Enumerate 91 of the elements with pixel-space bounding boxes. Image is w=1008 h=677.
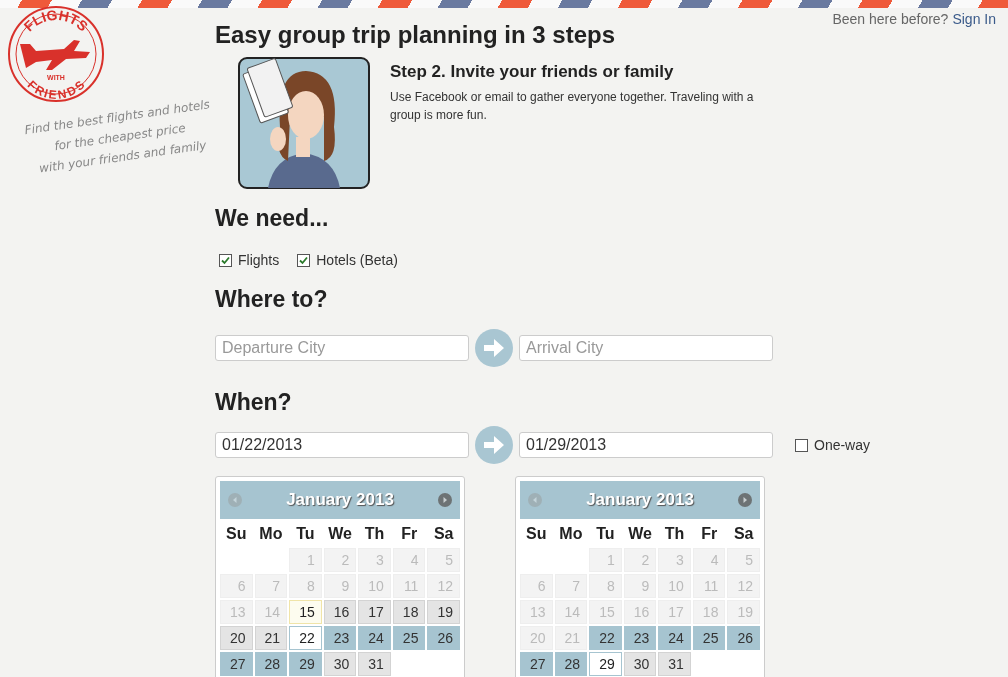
calendar-day[interactable]: 27 <box>220 652 253 676</box>
calendar-day[interactable]: 15 <box>289 600 322 624</box>
calendar-day: 1 <box>589 548 622 572</box>
calendar-day: 19 <box>727 600 760 624</box>
calendar-day: 16 <box>623 600 657 624</box>
calendar-day: 7 <box>554 574 588 598</box>
calendar-day[interactable]: 25 <box>692 626 726 650</box>
calendar-day[interactable]: 17 <box>358 600 391 624</box>
calendar-day: 2 <box>323 548 357 572</box>
calendar-day: 21 <box>554 626 588 650</box>
weekday-label: Sa <box>432 524 455 544</box>
weekday-label: Tu <box>295 524 316 544</box>
calendar-day[interactable]: 24 <box>658 626 691 650</box>
calendar-day[interactable]: 25 <box>392 626 426 650</box>
calendar-day[interactable]: 30 <box>623 652 657 676</box>
calendar-day: 3 <box>658 548 691 572</box>
calendar-day: 5 <box>727 548 760 572</box>
calendar-day[interactable]: 23 <box>623 626 657 650</box>
calendar-day: 14 <box>254 600 288 624</box>
arrival-city-field[interactable]: Arrival City <box>519 335 773 361</box>
page-title: Easy group trip planning in 3 steps <box>215 21 617 49</box>
calendar-day[interactable]: 18 <box>392 600 426 624</box>
calendar-day[interactable]: 23 <box>323 626 357 650</box>
calendar-day: 8 <box>589 574 622 598</box>
weekday-label: We <box>627 524 653 544</box>
departure-date-field[interactable]: 01/22/2013 <box>215 432 469 458</box>
calendar-day: 14 <box>554 600 588 624</box>
calendar-day[interactable]: 19 <box>427 600 460 624</box>
calendar-day[interactable]: 28 <box>254 652 288 676</box>
weekday-label: Fr <box>700 524 719 544</box>
calendar-day: 1 <box>289 548 322 572</box>
calendar-day: 20 <box>520 626 553 650</box>
calendar-day: 3 <box>358 548 391 572</box>
calendar-day: 18 <box>692 600 726 624</box>
calendar-day[interactable]: 31 <box>658 652 691 676</box>
calendar-day: 10 <box>658 574 691 598</box>
month-title: January 2013 <box>286 490 394 510</box>
calendar-day: 13 <box>220 600 253 624</box>
calendar-day[interactable]: 20 <box>220 626 253 650</box>
calendar-day: 8 <box>289 574 322 598</box>
checkbox-label: Hotels (Beta) <box>316 252 398 268</box>
calendar-day: 9 <box>323 574 357 598</box>
weekday-label: Mo <box>558 524 584 544</box>
calendar-day: 12 <box>727 574 760 598</box>
step-heading: Step 2. Invite your friends or family <box>390 62 675 82</box>
step-description: Use Facebook or email to gather everyone together. Traveling with a group is more fun. <box>390 89 755 124</box>
return-date-field[interactable]: 01/29/2013 <box>519 432 773 458</box>
calendar-day[interactable]: 28 <box>554 652 588 676</box>
weekday-label: Fr <box>400 524 419 544</box>
calendar-day[interactable]: 26 <box>727 626 760 650</box>
calendar-day: 15 <box>589 600 622 624</box>
checkbox-label: One-way <box>814 437 871 453</box>
calendar-day: 9 <box>623 574 657 598</box>
calendar-day[interactable]: 24 <box>358 626 391 650</box>
calendar-day[interactable]: 22 <box>589 626 622 650</box>
calendar-day[interactable]: 29 <box>589 652 622 676</box>
calendar-day: 12 <box>427 574 460 598</box>
calendar-day: 4 <box>392 548 426 572</box>
calendar-day: 13 <box>520 600 553 624</box>
calendar-day[interactable]: 21 <box>254 626 288 650</box>
sign-in-link[interactable]: Sign In <box>952 11 996 27</box>
departure-city-field[interactable]: Departure City <box>215 335 469 361</box>
weekday-label: Tu <box>595 524 616 544</box>
section-heading: When? <box>215 389 293 416</box>
calendar-day: 5 <box>427 548 460 572</box>
calendar-day[interactable]: 31 <box>358 652 391 676</box>
calendar-day: 4 <box>692 548 726 572</box>
calendar-day[interactable]: 29 <box>289 652 322 676</box>
weekday-label: Th <box>663 524 686 544</box>
calendar-day[interactable]: 16 <box>323 600 357 624</box>
calendar-day[interactable]: 30 <box>323 652 357 676</box>
calendar-day: 17 <box>658 600 691 624</box>
weekday-label: Su <box>225 524 248 544</box>
calendar-day: 11 <box>692 574 726 598</box>
weekday-label: Mo <box>258 524 284 544</box>
weekday-label: Su <box>525 524 548 544</box>
calendar-day[interactable]: 22 <box>289 626 322 650</box>
calendar-day: 10 <box>358 574 391 598</box>
month-title: January 2013 <box>586 490 694 510</box>
sign-in-prompt: Been here before? <box>832 11 949 27</box>
calendar-day: 11 <box>392 574 426 598</box>
calendar-day: 2 <box>623 548 657 572</box>
weekday-label: We <box>327 524 353 544</box>
checkbox-label: Flights <box>238 252 280 268</box>
calendar-day: 7 <box>254 574 288 598</box>
weekday-label: Th <box>363 524 386 544</box>
weekday-label: Sa <box>732 524 755 544</box>
calendar-day[interactable]: 27 <box>520 652 553 676</box>
section-heading: Where to? <box>215 286 329 313</box>
section-heading: We need... <box>215 205 330 232</box>
calendar-day[interactable]: 26 <box>427 626 460 650</box>
